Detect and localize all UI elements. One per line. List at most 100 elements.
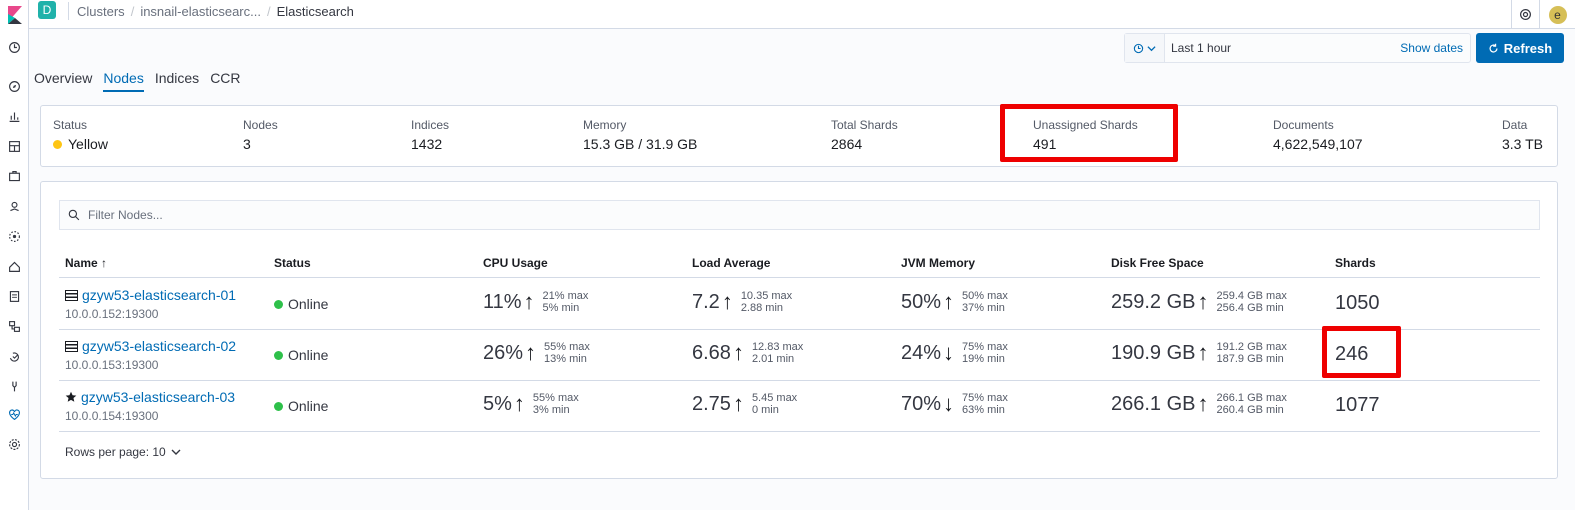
monitoring-tabs: Overview Nodes Indices CCR: [34, 70, 241, 92]
user-avatar-initial: e: [1548, 5, 1567, 24]
infrastructure-icon[interactable]: [4, 256, 24, 276]
column-header-cpu[interactable]: CPU Usage: [483, 256, 548, 270]
table-row: gzyw53-elasticsearch-02 10.0.0.153:19300…: [59, 330, 1540, 381]
node-name-text: gzyw53-elasticsearch-03: [81, 389, 236, 405]
column-header-load[interactable]: Load Average: [692, 256, 770, 270]
dev-tools-wrench-icon[interactable]: [4, 376, 24, 396]
stat-memory-label: Memory: [583, 118, 627, 132]
arrow-up-icon: ↑: [943, 289, 955, 314]
stat-unassigned-label: Unassigned Shards: [1033, 118, 1138, 132]
arrow-down-icon: ↓: [943, 340, 955, 365]
tab-ccr[interactable]: CCR: [210, 70, 240, 92]
disk-min: 187.9 GB min: [1216, 353, 1284, 365]
space-avatar[interactable]: D: [38, 1, 56, 19]
jvm-max: 50% max: [962, 290, 1008, 302]
logs-icon[interactable]: [4, 286, 24, 306]
column-header-shards[interactable]: Shards: [1335, 256, 1376, 270]
discover-compass-icon[interactable]: [4, 76, 24, 96]
date-range-text[interactable]: Last 1 hour: [1165, 41, 1400, 55]
cpu-usage-value: 11%: [483, 290, 522, 313]
stat-data: Data 3.3 TB: [1502, 118, 1543, 152]
management-gear-icon[interactable]: [4, 434, 24, 454]
arrow-up-icon: ↑: [721, 289, 733, 314]
column-header-disk[interactable]: Disk Free Space: [1111, 256, 1204, 270]
disk-max: 259.4 GB max: [1216, 290, 1287, 302]
stat-status-value: Yellow: [53, 136, 108, 152]
node-address: 10.0.0.152:19300: [65, 307, 159, 321]
stat-data-label: Data: [1502, 118, 1528, 132]
load-min: 2.88 min: [740, 302, 784, 314]
node-name-text: gzyw53-elasticsearch-01: [82, 287, 237, 303]
stat-unassigned-shards: Unassigned Shards 491: [1033, 118, 1138, 152]
maps-icon[interactable]: [4, 196, 24, 216]
column-header-jvm[interactable]: JVM Memory: [901, 256, 975, 270]
disk-free-cell: 259.2 GB ↑ 259.4 GB max 256.4 GB min: [1111, 290, 1287, 314]
arrow-up-icon: ↑: [1197, 340, 1209, 365]
jvm-memory-value: 24%: [901, 341, 942, 364]
tab-indices[interactable]: Indices: [155, 70, 199, 92]
jvm-max: 75% max: [962, 392, 1008, 404]
stat-unassigned-value: 491: [1033, 136, 1057, 152]
tab-overview[interactable]: Overview: [34, 70, 92, 92]
dashboard-icon[interactable]: [4, 136, 24, 156]
breadcrumb-clusters[interactable]: Clusters: [77, 4, 125, 19]
arrow-up-icon: ↑: [732, 391, 744, 416]
rows-per-page-button[interactable]: Rows per page: 10: [65, 445, 181, 459]
chevron-down-icon: [1147, 45, 1156, 51]
user-avatar[interactable]: e: [1539, 0, 1575, 29]
table-row: gzyw53-elasticsearch-01 10.0.0.152:19300…: [59, 279, 1540, 330]
tab-nodes[interactable]: Nodes: [103, 70, 144, 92]
load-max: 10.35 max: [740, 290, 793, 302]
online-dot-icon: [274, 299, 283, 309]
node-status-text: Online: [288, 398, 329, 414]
cpu-usage-cell: 11% ↑ 21% max 5% min: [483, 290, 588, 314]
apm-icon[interactable]: [4, 316, 24, 336]
filter-placeholder: Filter Nodes...: [88, 208, 163, 222]
node-name-link[interactable]: gzyw53-elasticsearch-01: [65, 287, 236, 303]
show-dates-link[interactable]: Show dates: [1400, 41, 1470, 55]
help-lifebuoy-icon[interactable]: [1511, 0, 1539, 29]
cpu-usage-value: 5%: [483, 392, 512, 415]
load-max: 12.83 max: [751, 341, 804, 353]
monitoring-heartbeat-icon[interactable]: [4, 404, 24, 424]
stat-indices-label: Indices: [411, 118, 450, 132]
column-header-name[interactable]: Name ↑: [65, 256, 107, 270]
uptime-icon[interactable]: [4, 346, 24, 366]
breadcrumb: Clusters / insnail-elasticsearc... / Ela…: [68, 2, 354, 20]
breadcrumb-separator: /: [266, 3, 271, 19]
jvm-memory-value: 70%: [901, 392, 942, 415]
jvm-max: 75% max: [962, 341, 1008, 353]
quick-select-button[interactable]: [1125, 34, 1165, 62]
table-header: Name ↑ Status CPU Usage Load Average JVM…: [59, 248, 1540, 278]
column-header-status[interactable]: Status: [274, 256, 311, 270]
breadcrumb-cluster[interactable]: insnail-elasticsearc...: [140, 4, 261, 19]
table-row: gzyw53-elasticsearch-03 10.0.0.154:19300…: [59, 381, 1540, 432]
node-name-link[interactable]: gzyw53-elasticsearch-02: [65, 338, 236, 354]
server-icon: [65, 289, 78, 301]
cpu-min: 5% min: [542, 302, 580, 314]
filter-nodes-input[interactable]: Filter Nodes...: [59, 200, 1540, 230]
shards-count: 1077: [1335, 394, 1380, 416]
cpu-min: 3% min: [532, 404, 570, 416]
load-min: 2.01 min: [751, 353, 795, 365]
load-average-cell: 6.68 ↑ 12.83 max 2.01 min: [692, 341, 803, 365]
ml-icon[interactable]: [4, 226, 24, 246]
canvas-icon[interactable]: [4, 166, 24, 186]
kibana-logo-icon[interactable]: [0, 0, 29, 29]
disk-max: 191.2 GB max: [1216, 341, 1287, 353]
recent-clock-icon[interactable]: [4, 37, 24, 57]
cpu-max: 55% max: [544, 341, 590, 353]
disk-min: 256.4 GB min: [1216, 302, 1284, 314]
visualize-chart-icon[interactable]: [4, 106, 24, 126]
arrow-up-icon: ↑: [1197, 391, 1209, 416]
disk-free-value: 259.2 GB: [1111, 290, 1196, 313]
search-icon: [60, 209, 88, 221]
shards-count: 1050: [1335, 292, 1380, 314]
clock-icon: [1133, 43, 1144, 53]
refresh-button[interactable]: Refresh: [1476, 33, 1564, 63]
load-min: 0 min: [751, 404, 779, 416]
node-status: Online: [274, 398, 328, 414]
server-icon: [65, 340, 78, 352]
shards-count: 246: [1335, 343, 1369, 365]
node-name-link[interactable]: gzyw53-elasticsearch-03: [65, 389, 235, 405]
